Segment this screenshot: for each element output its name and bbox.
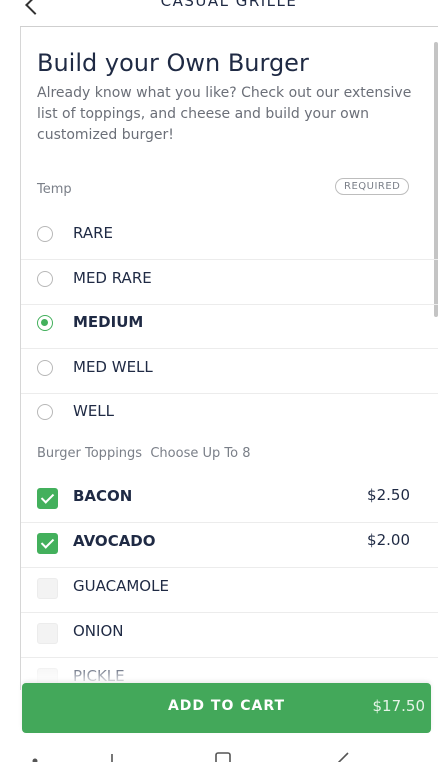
toppings-label: Burger Toppings <box>37 446 143 461</box>
temp-option-0[interactable]: RARE <box>21 215 438 260</box>
radio-unselected-icon[interactable] <box>37 404 53 420</box>
topping-option-1[interactable]: AVOCADO $2.00 <box>21 523 438 568</box>
topping-option-3[interactable]: ONION <box>21 613 438 658</box>
checkbox-unchecked-icon[interactable] <box>37 578 58 599</box>
restaurant-title: CASUAL GRILLE <box>160 0 298 10</box>
toppings-hint: Choose Up To 8 <box>150 446 251 461</box>
temp-option-label: RARE <box>73 224 113 242</box>
topping-option-0[interactable]: BACON $2.50 <box>21 478 438 523</box>
topping-option-price: $2.00 <box>367 531 410 549</box>
temp-option-label: WELL <box>73 402 115 420</box>
nav-recents-icon[interactable] <box>94 752 114 762</box>
screen: CASUAL GRILLE Build your Own Burger Alre… <box>0 0 438 762</box>
checkbox-unchecked-icon[interactable] <box>37 623 58 644</box>
checkbox-checked-icon[interactable] <box>37 488 58 509</box>
item-description: Already know what you like? Check out ou… <box>37 85 412 143</box>
nav-dot-icon <box>32 758 38 762</box>
temp-section-label: Temp <box>37 182 72 197</box>
radio-unselected-icon[interactable] <box>37 270 53 287</box>
cart-total: $17.50 <box>372 697 426 715</box>
topping-option-label: BACON <box>73 487 133 505</box>
topping-option-price: $2.50 <box>367 486 410 504</box>
nav-back-icon[interactable] <box>334 752 350 762</box>
temp-option-label: MED RARE <box>73 268 152 287</box>
topping-option-label: AVOCADO <box>73 532 156 550</box>
add-to-cart-button[interactable]: ADD TO CART $17.50 <box>22 683 431 733</box>
temp-option-2[interactable]: MEDIUM <box>21 304 438 349</box>
topping-option-label: ONION <box>73 622 124 640</box>
radio-unselected-icon[interactable] <box>37 226 53 242</box>
temp-option-label: MEDIUM <box>73 313 144 331</box>
temp-option-3[interactable]: MED WELL <box>21 349 438 394</box>
radio-unselected-icon[interactable] <box>37 359 53 376</box>
item-title: Build your Own Burger <box>37 49 309 77</box>
checkbox-checked-icon[interactable] <box>37 533 58 554</box>
system-nav-bar <box>0 742 438 762</box>
temp-option-1[interactable]: MED RARE <box>21 260 438 305</box>
top-header: CASUAL GRILLE <box>20 0 438 27</box>
toppings-section-label: Burger Toppings Choose Up To 8 <box>37 446 250 461</box>
temp-option-4[interactable]: WELL <box>21 393 438 437</box>
add-to-cart-label: ADD TO CART <box>167 698 286 714</box>
temp-option-label: MED WELL <box>73 357 153 376</box>
radio-selected-icon[interactable] <box>37 315 53 331</box>
required-badge: REQUIRED <box>335 178 410 195</box>
scroll-fade <box>21 660 438 683</box>
topping-option-2[interactable]: GUACAMOLE <box>21 568 438 613</box>
nav-home-icon[interactable] <box>215 752 233 762</box>
topping-option-label: GUACAMOLE <box>73 577 169 595</box>
